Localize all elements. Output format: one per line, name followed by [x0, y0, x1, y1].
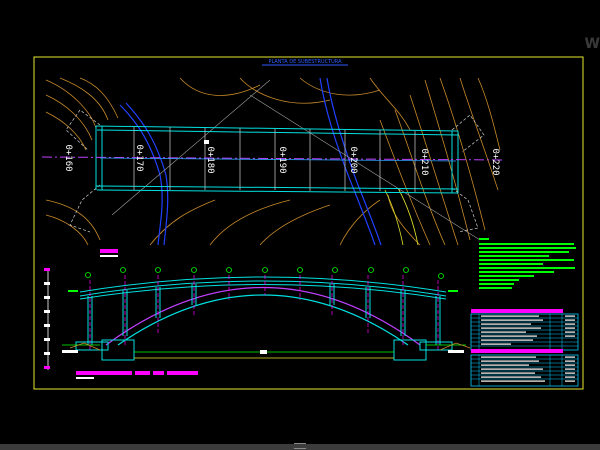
elevation-view	[44, 267, 471, 370]
elevation-caption	[76, 371, 198, 379]
arch-columns	[87, 284, 441, 345]
drawing-title: PLANTA DE SUBESTRUCTURA	[268, 59, 342, 65]
station-label: 0+170	[134, 144, 144, 171]
resize-handle-icon[interactable]	[294, 443, 306, 449]
plan-view: 0+160 0+170 0+180 0+190 0+200 0+210 0+22…	[41, 77, 506, 246]
status-bar	[0, 443, 600, 450]
quantity-table-top	[470, 309, 579, 351]
column-axes	[89, 275, 439, 350]
plan-marker	[204, 140, 209, 144]
road-alignment	[384, 187, 419, 246]
station-label: 0+210	[419, 148, 429, 175]
quantity-table-bottom	[470, 349, 579, 387]
plan-caption-bar	[100, 249, 118, 253]
cad-drawing-canvas[interactable]: PLANTA DE SUBESTRUCTURA 0+160 0+170 0+18…	[0, 0, 600, 450]
plan-caption-underline	[100, 255, 118, 257]
water-level-marker	[260, 350, 267, 354]
left-tag	[68, 290, 78, 292]
left-level-label	[62, 350, 78, 353]
station-label: 0+190	[277, 146, 287, 173]
station-label: 0+160	[63, 144, 73, 171]
station-label: 0+220	[490, 148, 500, 175]
right-level-label	[448, 350, 464, 353]
arch	[105, 286, 421, 346]
river	[119, 77, 382, 246]
terrain-contours	[45, 77, 501, 246]
elevation-scale	[44, 268, 50, 370]
right-tag	[448, 290, 458, 292]
general-notes	[479, 238, 576, 289]
station-label: 0+200	[348, 146, 358, 173]
drawing-frame	[33, 56, 584, 390]
station-label: 0+180	[205, 146, 215, 173]
